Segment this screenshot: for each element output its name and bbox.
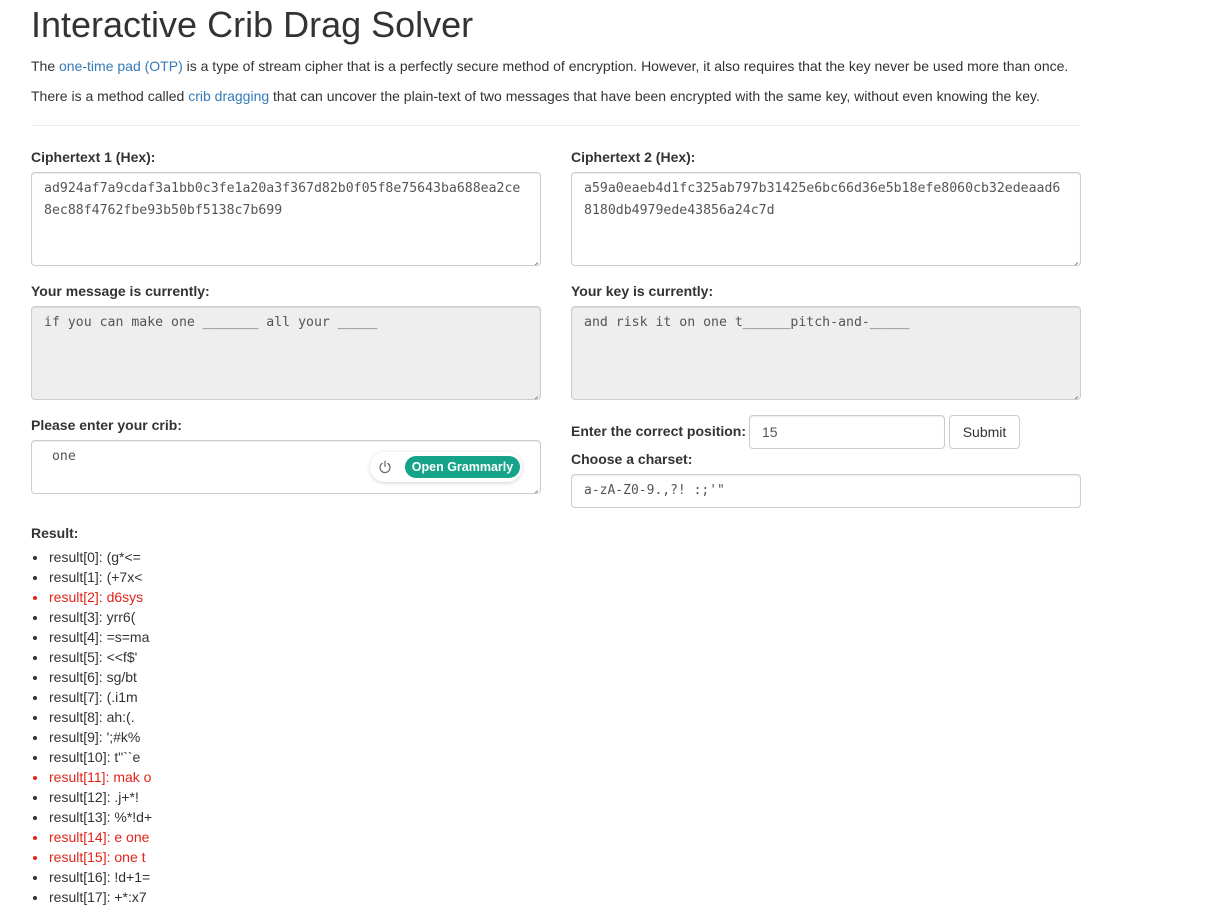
resize-handle-icon[interactable] [1069,388,1078,397]
intro-otp-after: is a type of stream cipher that is a per… [182,58,1069,74]
otp-link[interactable]: one-time pad (OTP) [59,58,183,74]
result-item: result[3]: yrr6( [32,607,152,627]
key-output: and risk it on one t______pitch-and-____… [571,306,1081,400]
result-item: result[12]: .j+*! [32,787,152,807]
open-grammarly-button[interactable]: Open Grammarly [405,456,520,478]
charset-input[interactable]: a-zA-Z0-9.,?! :;'" [571,474,1081,508]
resize-handle-icon[interactable] [529,482,538,491]
ciphertext2-input[interactable]: a59a0eaeb4d1fc325ab797b31425e6bc66d36e5b… [571,172,1081,266]
ciphertext1-value: ad924af7a9cdaf3a1bb0c3fe1a20a3f367d82b0f… [44,181,521,218]
divider [31,125,1081,126]
message-label: Your message is currently: [31,283,210,299]
result-item: result[15]: one t [32,847,152,867]
result-item: result[8]: ah:(. [32,707,152,727]
intro-otp: The one-time pad (OTP) is a type of stre… [31,56,1068,76]
position-input[interactable]: 15 [749,415,945,449]
intro-crib-after: that can uncover the plain-text of two m… [269,88,1040,104]
ciphertext2-value: a59a0eaeb4d1fc325ab797b31425e6bc66d36e5b… [584,181,1061,218]
page-title: Interactive Crib Drag Solver [31,4,474,45]
result-item: result[13]: %*!d+ [32,809,153,825]
grammarly-widget: Open Grammarly [370,452,522,482]
intro-crib-before: There is a method called [31,88,189,104]
result-item: result[10]: t"``e [32,747,152,767]
charset-label: Choose a charset: [571,451,693,467]
result-item: result[14]: e one [32,827,152,847]
crib-dragging-link[interactable]: crib dragging [188,88,269,104]
result-item: result[11]: mak o [32,769,152,785]
ciphertext1-label: Ciphertext 1 (Hex): [31,149,156,165]
power-icon[interactable] [378,460,392,474]
result-list: result[0]: (g*<= result[1]: (+7x< result[2… [31,547,152,907]
message-value: if you can make one _______ all your ___… [44,315,378,330]
key-label: Your key is currently: [571,283,714,299]
result-item: result[6]: sg/bt [32,667,152,687]
ciphertext1-input[interactable]: ad924af7a9cdaf3a1bb0c3fe1a20a3f367d82b0f… [31,172,541,266]
submit-button[interactable]: Submit [949,415,1020,449]
key-value: and risk it on one t______pitch-and-____… [584,315,910,330]
position-label: Enter the correct position: [571,423,747,439]
result-item: result[5]: <<f$' [32,647,152,667]
result-label: Result: [31,525,79,541]
message-output: if you can make one _______ all your ___… [31,306,541,400]
result-item: result[0]: (g*<= [32,547,152,567]
resize-handle-icon[interactable] [529,254,538,263]
result-item: result[1]: (+7x< [32,567,152,587]
intro-crib-drag: There is a method called crib dragging t… [31,86,1040,106]
result-item: result[7]: (.i1m [32,687,152,707]
result-item: result[2]: d6sys [32,587,152,607]
resize-handle-icon[interactable] [1069,254,1078,263]
crib-label: Please enter your crib: [31,417,182,433]
result-item: result[4]: =s=ma [32,627,152,647]
ciphertext2-label: Ciphertext 2 (Hex): [571,149,696,165]
resize-handle-icon[interactable] [529,388,538,397]
result-item: result[9]: ';#k% [32,727,152,747]
result-item: result[16]: !d+1= [32,869,151,885]
intro-otp-before: The [31,58,60,74]
result-item: result[17]: +*:x7 [32,887,152,907]
